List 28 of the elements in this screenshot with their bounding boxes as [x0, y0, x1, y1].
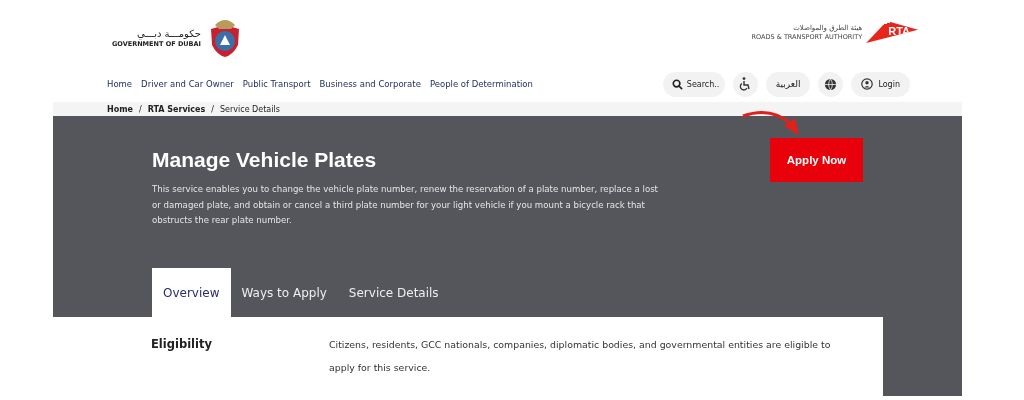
breadcrumb-separator: / — [211, 104, 214, 114]
page-title: Manage Vehicle Plates — [152, 148, 378, 172]
breadcrumb-separator: / — [138, 104, 142, 114]
wheelchair-icon — [739, 77, 752, 91]
section-label: Eligibility — [151, 337, 213, 353]
search-field[interactable]: Search.. — [662, 71, 725, 97]
tab[interactable]: Overview — [152, 268, 231, 317]
globe-icon — [824, 77, 838, 91]
nav-link[interactable]: People of Determination — [429, 79, 533, 89]
tab[interactable]: Service Details — [337, 268, 450, 317]
nav-link[interactable]: Driver and Car Owner — [141, 79, 234, 89]
breadcrumb-link[interactable]: RTA Services — [147, 104, 206, 114]
search-icon — [671, 78, 683, 90]
user-icon — [861, 78, 874, 90]
tab[interactable]: Ways to Apply — [230, 268, 338, 317]
globe-button[interactable] — [818, 71, 844, 97]
eligibility-text: Citizens, residents, GCC nationals, companies, diplomatic bodies, and governmental entities are eligible to apply for this service. — [329, 338, 832, 375]
service-description: This service enables you to change the vehicle plate number, renew the reservation of a plate number, replace a lost or damaged plate, and obtain or cancel a third plate number for your light vehicle if you mount a bicycle rack that obstructs the rear plate number. — [152, 183, 659, 227]
login-button[interactable]: Login — [851, 71, 910, 97]
nav-link[interactable]: Home — [107, 79, 133, 89]
language-button[interactable]: العربية — [765, 71, 811, 97]
apply-now-button[interactable]: Apply Now — [770, 138, 863, 182]
nav-link[interactable]: Business and Corporate — [319, 79, 421, 89]
breadcrumb-link[interactable]: Home — [107, 104, 133, 114]
accessibility-button[interactable] — [732, 71, 758, 97]
logo-arabic-text: حكومـــة دبـــي — [137, 28, 201, 40]
nav-link[interactable]: Public Transport — [242, 79, 311, 89]
breadcrumb-link[interactable]: Service Details — [220, 104, 280, 114]
